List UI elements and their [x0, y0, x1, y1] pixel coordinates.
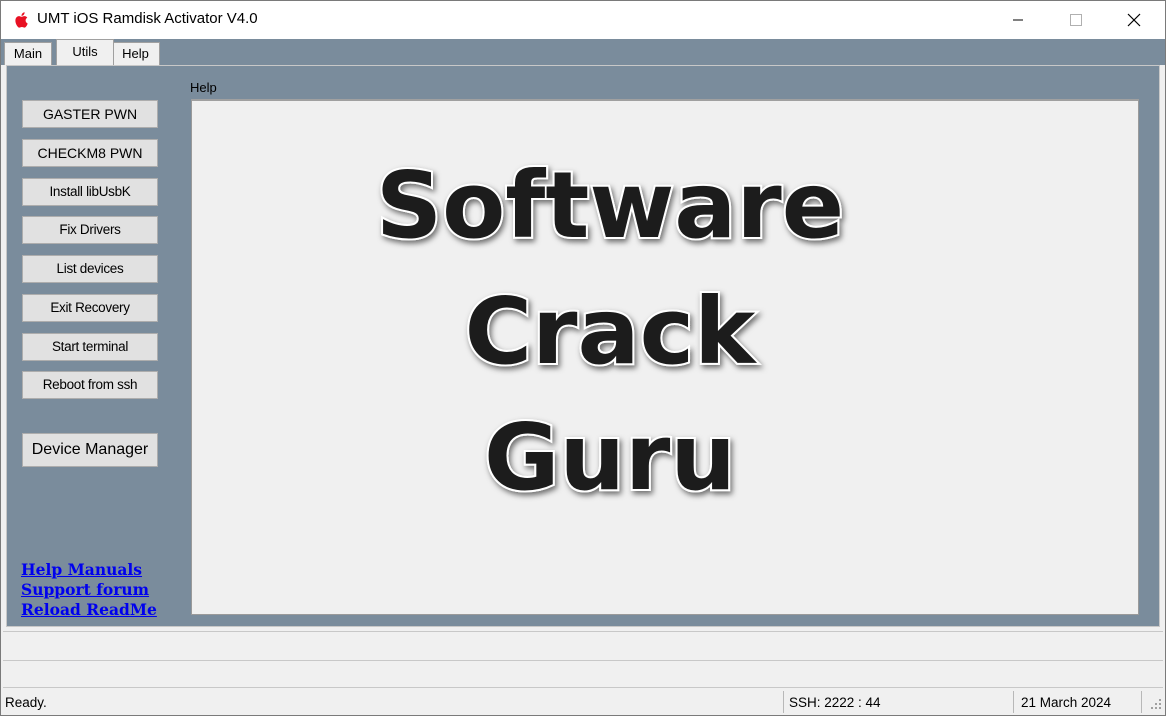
tab-strip: Main Help Utils [1, 39, 1165, 66]
apple-logo-icon [15, 12, 28, 28]
ssh-status: SSH: 2222 : 44 [789, 695, 881, 710]
support-forum-link[interactable]: Support forum [21, 580, 157, 600]
status-bar: Ready. SSH: 2222 : 44 21 March 2024 [1, 689, 1165, 715]
minimize-icon [1013, 19, 1023, 21]
close-button[interactable] [1105, 1, 1163, 39]
watermark-line-1: Software [376, 152, 844, 259]
start-terminal-button[interactable]: Start terminal [22, 333, 158, 361]
install-libusbk-button[interactable]: Install libUsbK [22, 178, 158, 206]
watermark-text: Software Crack Guru [374, 150, 846, 513]
watermark-line-2: Crack [465, 278, 758, 385]
help-links: Help Manuals Support forum Reload ReadMe [21, 560, 157, 620]
device-manager-button[interactable]: Device Manager [22, 433, 158, 467]
status-divider [783, 691, 784, 713]
help-group-label: Help [190, 80, 217, 95]
checkm8-pwn-button[interactable]: CHECKM8 PWN [22, 139, 158, 167]
reboot-from-ssh-button[interactable]: Reboot from ssh [22, 371, 158, 399]
status-divider [1141, 691, 1142, 713]
tab-main[interactable]: Main [4, 42, 52, 65]
reload-readme-link[interactable]: Reload ReadMe [21, 600, 157, 620]
minimize-button[interactable] [989, 1, 1047, 39]
resize-grip-icon[interactable] [1149, 697, 1163, 713]
status-date: 21 March 2024 [1021, 695, 1112, 710]
info-bar-area [3, 661, 1163, 688]
utils-panel: GASTER PWN CHECKM8 PWN Install libUsbK F… [6, 65, 1160, 627]
progress-bar-area [3, 631, 1163, 661]
status-divider [1013, 691, 1014, 713]
gaster-pwn-button[interactable]: GASTER PWN [22, 100, 158, 128]
help-text-area[interactable]: Software Crack Guru [191, 99, 1139, 615]
help-manuals-link[interactable]: Help Manuals [21, 560, 157, 580]
app-window: UMT iOS Ramdisk Activator V4.0 Main Help… [0, 0, 1166, 716]
tab-utils[interactable]: Utils [56, 39, 114, 66]
title-bar[interactable]: UMT iOS Ramdisk Activator V4.0 [1, 1, 1165, 39]
close-icon [1127, 13, 1141, 27]
window-title: UMT iOS Ramdisk Activator V4.0 [37, 10, 258, 27]
status-text: Ready. [5, 695, 47, 710]
watermark-line-3: Guru [484, 404, 736, 511]
exit-recovery-button[interactable]: Exit Recovery [22, 294, 158, 322]
tab-help[interactable]: Help [111, 42, 160, 65]
maximize-icon [1070, 14, 1082, 26]
list-devices-button[interactable]: List devices [22, 255, 158, 283]
maximize-button[interactable] [1047, 1, 1105, 39]
fix-drivers-button[interactable]: Fix Drivers [22, 216, 158, 244]
